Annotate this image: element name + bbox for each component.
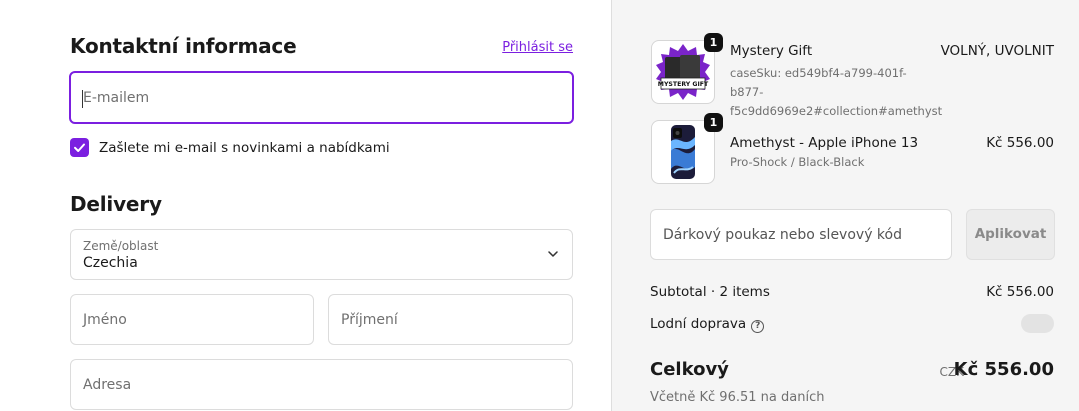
check-icon [74, 143, 85, 152]
newsletter-label: Zašlete mi e-mail s novinkami a nabídkam… [99, 140, 390, 156]
address-field[interactable]: Adresa [70, 359, 573, 410]
quantity-badge: 1 [704, 113, 723, 132]
checkout-form: Kontaktní informace Přihlásit se E-maile… [0, 0, 611, 411]
shipping-value-placeholder [1021, 314, 1054, 333]
last-name-placeholder: Příjmení [341, 312, 398, 328]
first-name-placeholder: Jméno [83, 312, 127, 328]
item-title: Mystery Gift [730, 43, 813, 59]
item-price: Kč 556.00 [986, 135, 1054, 151]
question-circle-icon[interactable]: ? [751, 320, 765, 333]
quantity-badge: 1 [704, 33, 723, 52]
item-subtitle: Pro-Shock / Black-Black [730, 155, 865, 169]
item-thumbnail: MYSTERY GIFT 1 [651, 33, 723, 104]
delivery-heading: Delivery [70, 192, 162, 216]
phone-case-image [671, 125, 695, 179]
country-select[interactable]: Země/oblast Czechia [70, 229, 573, 280]
subtotal-value: Kč 556.00 [986, 284, 1054, 300]
country-label: Země/oblast [83, 239, 159, 253]
email-field[interactable]: E-mailem [69, 71, 574, 124]
first-name-field[interactable]: Jméno [70, 294, 314, 345]
tax-note: Včetně Kč 96.51 na daních [650, 390, 825, 405]
total-label: Celkový [650, 359, 729, 380]
item-subtitle: caseSku: ed549bf4-a799-401f-b877-f5c9dd6… [730, 66, 943, 118]
newsletter-checkbox[interactable] [70, 138, 89, 157]
subtotal-label: Subtotal · 2 items [650, 284, 770, 300]
shipping-row: Lodní doprava? [650, 316, 765, 333]
chevron-down-icon [548, 251, 558, 257]
login-link[interactable]: Přihlásit se [502, 40, 573, 55]
address-placeholder: Adresa [83, 377, 132, 393]
discount-code-field[interactable]: Dárkový poukaz nebo slevový kód [650, 209, 952, 260]
total-value: Kč 556.00 [953, 359, 1054, 380]
contact-heading: Kontaktní informace [70, 34, 297, 58]
item-price: VOLNÝ, UVOLNIT [940, 43, 1054, 59]
last-name-field[interactable]: Příjmení [328, 294, 573, 345]
shipping-label: Lodní doprava [650, 316, 747, 332]
order-summary: MYSTERY GIFT 1 Mystery Gift caseSku: ed5… [611, 0, 1079, 411]
country-value: Czechia [83, 255, 138, 271]
email-placeholder: E-mailem [83, 90, 150, 106]
apply-discount-button[interactable]: Aplikovat [966, 209, 1055, 260]
item-thumbnail: 1 [651, 113, 723, 184]
discount-placeholder: Dárkový poukaz nebo slevový kód [663, 227, 902, 243]
thumb-text: MYSTERY GIFT [658, 81, 709, 88]
item-title: Amethyst - Apple iPhone 13 [730, 135, 919, 151]
mystery-gift-image: MYSTERY GIFT [656, 44, 710, 100]
